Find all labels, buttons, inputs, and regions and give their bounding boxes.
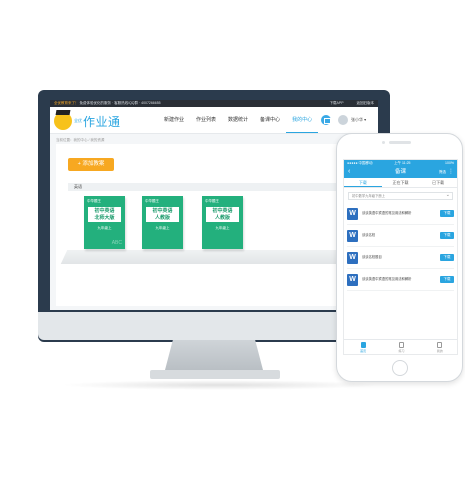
book-grade: 九年级上 bbox=[97, 226, 112, 230]
download-button[interactable]: 下载 bbox=[440, 276, 454, 283]
list-item[interactable]: W 谈谈名校 下载 bbox=[347, 225, 454, 247]
list-item[interactable]: W 谈谈英语中宾语的常见用法和解析 下载 bbox=[347, 269, 454, 291]
nav-statistics[interactable]: 数据统计 bbox=[222, 107, 254, 133]
camera-icon bbox=[382, 141, 385, 144]
desktop-screen: 全优教育来了！ 免费体验优化的服务 · 客服热线/QQ群 · 400726665… bbox=[50, 100, 378, 310]
list-item[interactable]: W 谈谈英语中宾语的常见用法和解析 下载 bbox=[347, 203, 454, 225]
breadcrumb: 当前位置：我的中心 / 我的资源 bbox=[56, 138, 105, 142]
more-icon[interactable]: ⋮ bbox=[448, 166, 454, 178]
tab-download[interactable]: 下载 bbox=[344, 178, 382, 187]
nav-new-homework[interactable]: 新建作业 bbox=[158, 107, 190, 133]
book-title-line2: 人教版 bbox=[154, 214, 170, 221]
bottom-nav-label: 我的 bbox=[436, 349, 443, 353]
avatar[interactable] bbox=[338, 115, 348, 125]
tab-downloaded[interactable]: 已下载 bbox=[419, 178, 457, 187]
logo-small-text: 全优 bbox=[74, 118, 82, 123]
section-title: 英语 bbox=[68, 183, 372, 191]
book-watermark: ABC bbox=[111, 240, 122, 246]
filter-button[interactable]: 筛选 bbox=[439, 166, 446, 178]
file-title: 谈谈英语中宾语的常见用法和解析 bbox=[362, 211, 412, 216]
logo[interactable]: 全优 作业通 bbox=[54, 111, 121, 131]
message-icon[interactable] bbox=[321, 115, 331, 125]
phone: ●●●●● 中国移动 上午 11:25 100% ‹ 备课 筛选 ⋮ 下载 正在… bbox=[336, 133, 463, 382]
logo-text: 作业通 bbox=[83, 114, 121, 129]
user-icon bbox=[437, 342, 443, 348]
book-title: 初中英语 北师大版 bbox=[88, 207, 121, 222]
phone-title-bar: ‹ 备课 筛选 ⋮ bbox=[344, 166, 457, 178]
mascot-logo-icon bbox=[54, 112, 72, 130]
top-links: 下载APP 返回旧版本 bbox=[318, 100, 374, 107]
home-icon bbox=[360, 342, 366, 348]
file-title: 谈谈英语中宾语的常见用法和解析 bbox=[362, 277, 412, 282]
grade-select[interactable]: 初中数学九年级下册上 bbox=[348, 192, 453, 200]
file-title: 谈谈名校 bbox=[362, 233, 376, 238]
back-icon[interactable]: ‹ bbox=[348, 166, 350, 178]
monitor-stand bbox=[165, 340, 263, 370]
download-button[interactable]: 下载 bbox=[440, 210, 454, 217]
word-doc-icon: W bbox=[347, 229, 358, 242]
user-name[interactable]: 张小华 ▾ bbox=[351, 117, 366, 123]
download-app-link[interactable]: 下载APP bbox=[330, 101, 344, 105]
file-title: 谈谈名校题目 bbox=[362, 255, 382, 260]
phone-bottom-nav: 首页 练习 我的 bbox=[344, 339, 457, 354]
book-grade: 九年级上 bbox=[215, 226, 230, 230]
book-card[interactable]: 中华题王 初中英语 人教版 九年级上 bbox=[202, 196, 243, 249]
bottom-nav-label: 首页 bbox=[360, 349, 367, 353]
speaker bbox=[389, 141, 411, 144]
bottom-nav-home[interactable]: 首页 bbox=[344, 340, 382, 354]
home-button[interactable] bbox=[392, 360, 408, 376]
tab-downloading[interactable]: 正在下载 bbox=[382, 178, 420, 187]
book-title: 初中英语 人教版 bbox=[146, 207, 179, 222]
nav-homework-list[interactable]: 作业列表 bbox=[190, 107, 222, 133]
add-lesson-button[interactable]: + 添加教案 bbox=[68, 158, 114, 171]
word-doc-icon: W bbox=[347, 251, 358, 264]
notice-text: 全优教育来了！ bbox=[54, 101, 79, 105]
floor-shadow bbox=[60, 380, 380, 390]
bottom-nav-me[interactable]: 我的 bbox=[421, 340, 457, 354]
phone-screen: ●●●●● 中国移动 上午 11:25 100% ‹ 备课 筛选 ⋮ 下载 正在… bbox=[343, 159, 458, 355]
old-version-link[interactable]: 返回旧版本 bbox=[357, 101, 375, 105]
book-card[interactable]: 中华题王 初中英语 人教版 九年级上 bbox=[142, 196, 183, 249]
top-notice-bar: 全优教育来了！ 免费体验优化的服务 · 客服热线/QQ群 · 400726665… bbox=[50, 100, 378, 107]
book-title-line2: 人教版 bbox=[214, 214, 230, 221]
bottom-nav-label: 练习 bbox=[398, 349, 405, 353]
carrier: ●●●●● 中国移动 bbox=[347, 161, 373, 165]
practice-icon bbox=[398, 342, 404, 348]
book-shelf bbox=[60, 250, 368, 264]
nav-my-center[interactable]: 我的中心 bbox=[286, 107, 319, 133]
book-title-line2: 北师大版 bbox=[94, 214, 115, 221]
book-tag: 中华题王 bbox=[87, 199, 101, 203]
download-button[interactable]: 下载 bbox=[440, 254, 454, 261]
nav-lesson-center[interactable]: 备课中心 bbox=[254, 107, 286, 133]
word-doc-icon: W bbox=[347, 207, 358, 220]
notice-info: 免费体验优化的服务 · 客服热线/QQ群 · 4007266655 bbox=[79, 101, 161, 105]
book-grade: 九年级上 bbox=[155, 226, 170, 230]
phone-title: 备课 bbox=[394, 169, 406, 175]
list-item[interactable]: W 谈谈名校题目 下载 bbox=[347, 247, 454, 269]
file-list: W 谈谈英语中宾语的常见用法和解析 下载 W 谈谈名校 下载 W 谈谈名校题目 … bbox=[344, 203, 457, 291]
book-card[interactable]: 中华题王 初中英语 北师大版 九年级上 ABC bbox=[84, 196, 125, 249]
main-nav: 新建作业 作业列表 数据统计 备课中心 我的中心 bbox=[158, 107, 319, 133]
book-tag: 中华题王 bbox=[145, 199, 159, 203]
word-doc-icon: W bbox=[347, 273, 358, 286]
book-title: 初中英语 人教版 bbox=[206, 207, 239, 222]
book-tag: 中华题王 bbox=[205, 199, 219, 203]
site-header: 全优 作业通 新建作业 作业列表 数据统计 备课中心 我的中心 张小华 ▾ bbox=[50, 107, 378, 134]
monitor-base bbox=[150, 370, 280, 379]
phone-tabs: 下载 正在下载 已下载 bbox=[344, 178, 457, 188]
download-button[interactable]: 下载 bbox=[440, 232, 454, 239]
bottom-nav-practice[interactable]: 练习 bbox=[382, 340, 420, 354]
